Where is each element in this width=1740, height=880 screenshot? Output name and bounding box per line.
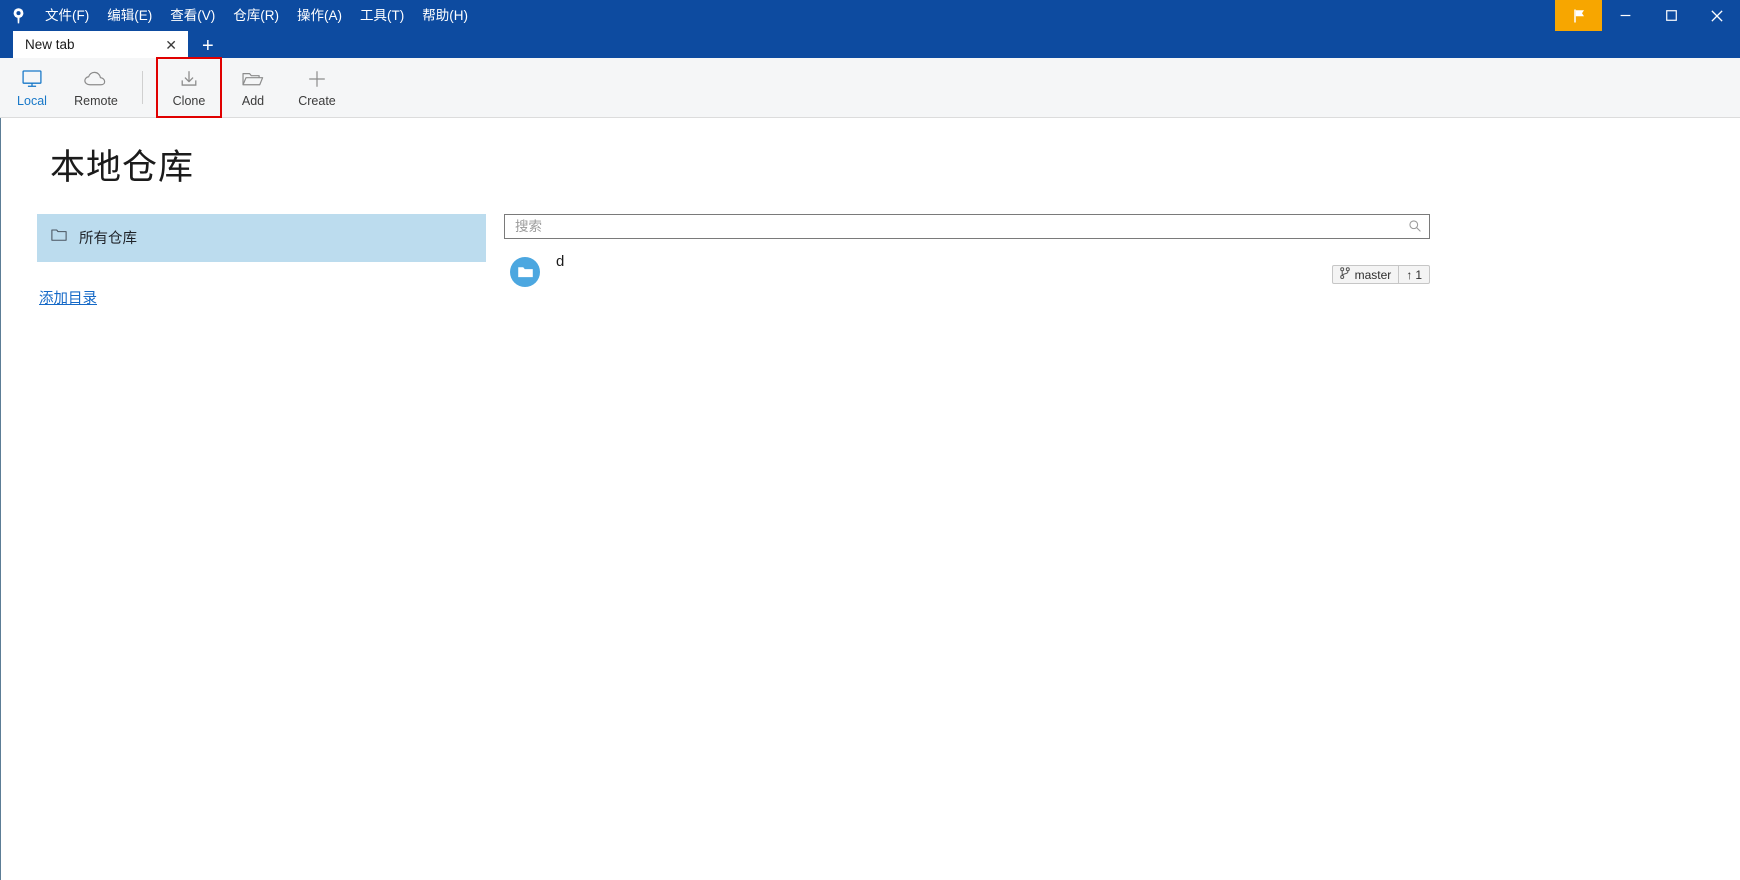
menu-tools[interactable]: 工具(T) (351, 5, 413, 27)
toolbar-left-group: Local Remote (0, 58, 128, 117)
toolbar-button-remote[interactable]: Remote (64, 58, 128, 117)
toolbar-button-add-label: Add (241, 93, 265, 108)
title-bar: 文件(F) 编辑(E) 查看(V) 仓库(R) 操作(A) 工具(T) 帮助(H… (0, 0, 1740, 31)
branch-name-segment: master (1333, 266, 1399, 283)
toolbar-button-local[interactable]: Local (0, 58, 64, 117)
cloud-icon (83, 68, 109, 90)
menu-edit[interactable]: 编辑(E) (98, 5, 161, 27)
tab-label: New tab (25, 37, 75, 52)
tab-strip: New tab ✕ + (0, 31, 1740, 58)
arrow-up-icon: ↑ (1406, 267, 1413, 282)
plus-icon (306, 68, 328, 90)
window-controls (1555, 0, 1740, 31)
menu-view[interactable]: 查看(V) (161, 5, 224, 27)
close-icon[interactable] (1694, 0, 1740, 31)
menu-help[interactable]: 帮助(H) (413, 5, 477, 27)
menu-actions[interactable]: 操作(A) (288, 5, 351, 27)
app-logo-icon (0, 0, 36, 31)
maximize-icon[interactable] (1648, 0, 1694, 31)
toolbar-button-remote-label: Remote (74, 93, 118, 108)
repository-list: d master ↑ 1 (504, 251, 1430, 293)
branch-name: master (1354, 267, 1392, 282)
folder-icon (51, 228, 67, 247)
smartgit-window: 文件(F) 编辑(E) 查看(V) 仓库(R) 操作(A) 工具(T) 帮助(H… (0, 0, 1740, 880)
list-item[interactable]: d master ↑ 1 (504, 251, 1430, 293)
tab-close-icon[interactable]: ✕ (163, 38, 179, 52)
sidebar-item-all-repositories-label: 所有仓库 (79, 231, 137, 248)
add-directory-link[interactable]: 添加目录 (39, 287, 97, 308)
avatar (510, 256, 540, 287)
search-input[interactable] (505, 214, 1429, 238)
repository-list-pane: d (486, 213, 1740, 293)
toolbar-button-create[interactable]: Create (285, 58, 349, 117)
sidebar-item-all-repositories[interactable]: 所有仓库 (37, 213, 486, 262)
main-content: 本地仓库 所有仓库 添加目录 搜索 d master ↑ 1 (0, 118, 1740, 880)
toolbar-separator (142, 71, 143, 104)
status-badge[interactable]: master ↑ 1 (1331, 265, 1430, 285)
menu-file[interactable]: 文件(F) (36, 5, 98, 27)
new-tab-button[interactable]: + (188, 36, 226, 58)
toolbar-button-clone[interactable]: Clone (156, 57, 222, 118)
menu-repository[interactable]: 仓库(R) (224, 5, 288, 27)
toolbar-button-local-label: Local (17, 93, 47, 108)
flag-icon[interactable] (1555, 0, 1602, 31)
minimize-icon[interactable] (1602, 0, 1648, 31)
search-field[interactable] (504, 213, 1430, 239)
ahead-count-segment: ↑ 1 (1398, 266, 1429, 284)
folder-open-icon (241, 68, 265, 90)
ahead-count: 1 (1415, 267, 1422, 282)
branch-icon (1339, 267, 1350, 282)
toolbar-right-group: Clone Add Create (156, 57, 349, 118)
menu-bar: 文件(F) 编辑(E) 查看(V) 仓库(R) 操作(A) 工具(T) 帮助(H… (36, 0, 1555, 31)
page-title: 本地仓库 (50, 148, 195, 187)
monitor-icon (21, 68, 43, 90)
toolbar: Local Remote Clone Add Create (0, 57, 1740, 118)
toolbar-button-add[interactable]: Add (221, 58, 285, 117)
panes: 所有仓库 添加目录 搜索 d master ↑ 1 (1, 213, 1740, 308)
toolbar-button-create-label: Create (298, 93, 336, 108)
repository-groups-pane: 所有仓库 添加目录 (1, 213, 486, 308)
repository-name: d (556, 252, 565, 270)
tab-new-tab[interactable]: New tab ✕ (13, 31, 188, 58)
toolbar-button-clone-label: Clone (172, 93, 206, 108)
download-icon (178, 68, 200, 90)
